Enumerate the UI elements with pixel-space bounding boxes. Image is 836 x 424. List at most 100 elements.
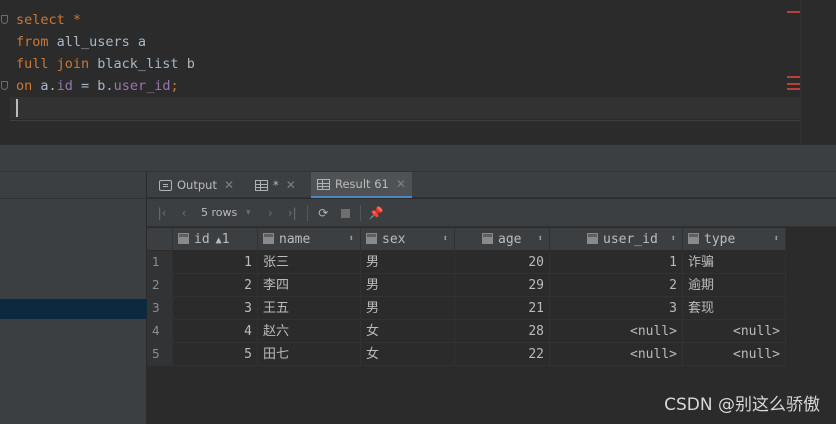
column-header-sex[interactable]: sex ⬍ bbox=[361, 228, 455, 251]
code-token: a. bbox=[32, 78, 57, 94]
cell-sex[interactable]: 男 bbox=[361, 297, 455, 320]
column-header-id[interactable]: id ▲1 bbox=[173, 228, 258, 251]
sql-code[interactable]: select * from all_users a full join black_… bbox=[16, 9, 195, 97]
cell-user_id[interactable]: <null> bbox=[550, 320, 683, 343]
cell-name[interactable]: 张三 bbox=[258, 251, 361, 274]
cell-sex[interactable]: 女 bbox=[361, 320, 455, 343]
code-line[interactable]: select * bbox=[16, 9, 195, 31]
cell-sex[interactable]: 男 bbox=[361, 274, 455, 297]
first-page-icon[interactable]: |‹ bbox=[151, 206, 173, 220]
error-stripe-mark[interactable] bbox=[787, 76, 800, 78]
cell-type[interactable]: 逾期 bbox=[683, 274, 786, 297]
current-line-highlight bbox=[10, 97, 800, 119]
table-row[interactable]: 4 4 赵六女 28 <null> <null> bbox=[147, 320, 786, 343]
code-line[interactable]: on a.id = b.user_id; bbox=[16, 75, 195, 97]
sort-icon[interactable]: ⬍ bbox=[538, 228, 543, 250]
tab-label: * bbox=[273, 178, 279, 192]
cell-sex[interactable]: 男 bbox=[361, 251, 455, 274]
cell-name[interactable]: 王五 bbox=[258, 297, 361, 320]
page-size-selector[interactable]: 5 rows bbox=[201, 206, 237, 219]
close-icon[interactable]: ✕ bbox=[286, 178, 296, 192]
refresh-icon[interactable]: ⟳ bbox=[312, 206, 334, 220]
editor-scrollbar[interactable] bbox=[800, 0, 836, 144]
fold-start-icon[interactable] bbox=[1, 15, 8, 24]
row-number[interactable]: 2 bbox=[147, 274, 173, 297]
column-icon bbox=[688, 233, 699, 244]
header-row: id ▲1 name ⬍ sex ⬍ age ⬍ user_id ⬍ type ⬍ bbox=[147, 228, 786, 251]
row-number[interactable]: 3 bbox=[147, 297, 173, 320]
stop-icon[interactable] bbox=[334, 206, 356, 220]
table-row[interactable]: 2 2 李四男 29 2 逾期 bbox=[147, 274, 786, 297]
cell-user_id[interactable]: 3 bbox=[550, 297, 683, 320]
row-number[interactable]: 1 bbox=[147, 251, 173, 274]
last-page-icon[interactable]: ›| bbox=[281, 206, 303, 220]
pin-icon[interactable]: 📌 bbox=[365, 206, 387, 220]
output-icon bbox=[159, 179, 172, 191]
column-header-name[interactable]: name ⬍ bbox=[258, 228, 361, 251]
cell-age[interactable]: 20 bbox=[455, 251, 550, 274]
cell-user_id[interactable]: 1 bbox=[550, 251, 683, 274]
fold-end-icon[interactable] bbox=[1, 81, 8, 90]
table-row[interactable]: 5 5 田七女 22 <null> <null> bbox=[147, 343, 786, 366]
toolbar-divider bbox=[360, 204, 362, 221]
error-stripe-mark[interactable] bbox=[787, 83, 800, 85]
column-header-type[interactable]: type ⬍ bbox=[683, 228, 786, 251]
cell-id[interactable]: 4 bbox=[173, 320, 258, 343]
error-stripe-mark[interactable] bbox=[787, 11, 800, 13]
close-icon[interactable]: ✕ bbox=[224, 178, 234, 192]
table-icon bbox=[255, 179, 268, 191]
cell-type[interactable]: 诈骗 bbox=[683, 251, 786, 274]
text-caret bbox=[16, 99, 18, 117]
column-header-user-id[interactable]: user_id ⬍ bbox=[550, 228, 683, 251]
cell-sex[interactable]: 女 bbox=[361, 343, 455, 366]
code-token: * bbox=[72, 12, 82, 28]
cell-id[interactable]: 1 bbox=[173, 251, 258, 274]
code-token: = b. bbox=[72, 78, 114, 94]
cell-user_id[interactable]: 2 bbox=[550, 274, 683, 297]
row-number[interactable]: 4 bbox=[147, 320, 173, 343]
cell-id[interactable]: 2 bbox=[173, 274, 258, 297]
sql-editor[interactable]: select * from all_users a full join black_… bbox=[0, 0, 836, 144]
sort-icon[interactable]: ⬍ bbox=[443, 228, 448, 250]
row-number-header bbox=[147, 228, 173, 251]
cell-age[interactable]: 21 bbox=[455, 297, 550, 320]
cell-age[interactable]: 22 bbox=[455, 343, 550, 366]
selected-tree-node[interactable] bbox=[0, 299, 147, 319]
row-number[interactable]: 5 bbox=[147, 343, 173, 366]
table-row[interactable]: 3 3 王五男 21 3 套现 bbox=[147, 297, 786, 320]
next-page-icon[interactable]: › bbox=[259, 206, 281, 220]
code-token: all_users a bbox=[48, 34, 147, 50]
tab-output[interactable]: Output ✕ bbox=[153, 172, 240, 198]
cell-name[interactable]: 赵六 bbox=[258, 320, 361, 343]
chevron-down-icon[interactable]: ▾ bbox=[237, 208, 259, 218]
cell-name[interactable]: 李四 bbox=[258, 274, 361, 297]
code-token: full join bbox=[16, 56, 90, 72]
cell-type[interactable]: 套现 bbox=[683, 297, 786, 320]
cell-id[interactable]: 3 bbox=[173, 297, 258, 320]
code-line[interactable]: full join black_list b bbox=[16, 53, 195, 75]
column-title: id bbox=[194, 232, 210, 247]
cell-user_id[interactable]: <null> bbox=[550, 343, 683, 366]
code-token: black_list b bbox=[89, 56, 195, 72]
error-stripe-mark[interactable] bbox=[787, 88, 800, 90]
cell-type[interactable]: <null> bbox=[683, 343, 786, 366]
tab-star[interactable]: * ✕ bbox=[249, 172, 302, 198]
cell-age[interactable]: 28 bbox=[455, 320, 550, 343]
column-header-age[interactable]: age ⬍ bbox=[455, 228, 550, 251]
cell-name[interactable]: 田七 bbox=[258, 343, 361, 366]
panel-splitter[interactable] bbox=[0, 144, 836, 172]
column-title: name bbox=[279, 232, 311, 247]
cell-id[interactable]: 5 bbox=[173, 343, 258, 366]
table-row[interactable]: 1 1 张三男 20 1 诈骗 bbox=[147, 251, 786, 274]
sort-icon[interactable]: ⬍ bbox=[774, 228, 779, 250]
code-line[interactable]: from all_users a bbox=[16, 31, 195, 53]
prev-page-icon[interactable]: ‹ bbox=[173, 206, 195, 220]
close-icon[interactable]: ✕ bbox=[396, 177, 406, 191]
cell-age[interactable]: 29 bbox=[455, 274, 550, 297]
cell-type[interactable]: <null> bbox=[683, 320, 786, 343]
sort-icon[interactable]: ⬍ bbox=[349, 228, 354, 250]
results-tabbar: Output ✕ * ✕ Result 61 ✕ bbox=[147, 172, 836, 198]
sort-icon[interactable]: ⬍ bbox=[671, 228, 676, 250]
tab-result-61[interactable]: Result 61 ✕ bbox=[311, 172, 412, 198]
